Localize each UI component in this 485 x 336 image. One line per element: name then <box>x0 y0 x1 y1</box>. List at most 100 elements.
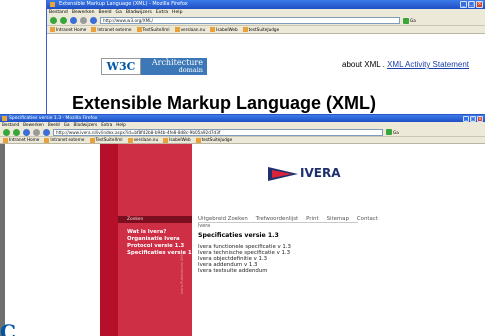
ivera-sidebar: Zoeken Wat is Ivera? Organisatie Ivera P… <box>118 144 197 336</box>
minimize-button[interactable]: _ <box>463 116 469 122</box>
menu-help[interactable]: Help <box>172 9 182 16</box>
content-list: Ivera functionele specificatie v 1.3 Ive… <box>198 244 291 274</box>
bookmark-verslaan[interactable]: verslaan.nu <box>127 137 158 143</box>
close-button[interactable]: × <box>477 116 483 122</box>
ivera-red-bar <box>100 144 118 336</box>
bookmark-intranet-home[interactable]: Intranet Home <box>50 27 86 33</box>
front-window-title: Specificaties versie 1.3 - Mozilla Firef… <box>9 116 98 121</box>
sidebar-item-protocol[interactable]: Protocol versie 1.3 <box>127 243 197 250</box>
menu-ga[interactable]: Ga <box>116 9 122 16</box>
xml-activity-statement-link[interactable]: XML Activity Statement <box>387 60 469 69</box>
bookmark-icon <box>127 137 133 143</box>
sidebar-nav: Wat is Ivera? Organisatie Ivera Protocol… <box>127 229 197 257</box>
home-icon[interactable] <box>43 128 50 136</box>
back-nav-toolbar: http://www.w3.org/XML/ Ga <box>47 16 485 26</box>
about-xml-line: about XML . XML Activity Statement <box>342 60 469 69</box>
bookmark-icon <box>3 137 8 143</box>
address-bar[interactable]: http://www.ivera.nl/iv/index.aspx?id=bf8… <box>53 128 383 136</box>
go-arrow-icon <box>403 17 409 24</box>
bookmark-icon <box>50 27 55 33</box>
sidebar-item-wat-is-ivera[interactable]: Wat is Ivera? <box>127 229 197 236</box>
ivera-swoosh-icon <box>268 167 298 181</box>
nav-contact[interactable]: Contact <box>357 216 378 222</box>
sidebar-item-organisatie[interactable]: Organisatie Ivera <box>127 236 197 243</box>
bookmark-icon <box>163 137 169 143</box>
menu-ga[interactable]: Ga <box>64 122 70 128</box>
menu-bestand[interactable]: Bestand <box>49 9 68 16</box>
menu-bladwijzers[interactable]: Bladwijzers <box>74 122 98 128</box>
banner-line-domain: domain <box>178 66 203 74</box>
about-xml-text: about XML . <box>342 60 388 69</box>
reload-icon[interactable] <box>23 128 30 136</box>
w3c-architecture-banner[interactable]: Architecture domain <box>141 58 207 75</box>
minimize-button[interactable]: _ <box>460 1 467 8</box>
home-icon[interactable] <box>90 17 97 24</box>
menu-help[interactable]: Help <box>116 122 126 128</box>
back-menu-bar: Bestand Bewerken Beeld Ga Bladwijzers Ex… <box>47 9 485 16</box>
page-title: Extensible Markup Language (XML) <box>72 93 377 113</box>
go-button[interactable]: Ga <box>403 17 416 24</box>
top-nav-divider <box>198 222 358 223</box>
menu-beeld[interactable]: Beeld <box>99 9 112 16</box>
back-window-titlebar[interactable]: Extensible Markup Language (XML) - Mozil… <box>47 0 485 9</box>
go-button[interactable]: Ga <box>386 129 399 135</box>
bookmark-icon <box>44 137 50 143</box>
front-page-content: C Zoeken Wat is Ivera? Organisatie Ivera… <box>0 144 485 336</box>
back-window-controls: _ □ × <box>460 1 483 8</box>
menu-bewerken[interactable]: Bewerken <box>23 122 44 128</box>
bookmark-icon <box>210 27 216 33</box>
bookmark-icon <box>195 137 201 143</box>
reload-icon[interactable] <box>70 17 77 24</box>
bookmark-intranet-home[interactable]: Intranet Home <box>3 137 39 143</box>
stop-icon[interactable] <box>33 128 40 136</box>
back-arrow-icon[interactable] <box>50 17 57 24</box>
front-browser-window[interactable]: Specificaties versie 1.3 - Mozilla Firef… <box>0 114 485 336</box>
back-bookmarks-bar: Intranet Home Intranet externe TestSuite… <box>47 26 485 34</box>
breadcrumb[interactable]: Ivera <box>198 224 210 229</box>
sidebar-vertical-text: Ivera Publications 2006 <box>180 251 184 294</box>
firefox-icon <box>50 2 55 7</box>
maximize-button[interactable]: □ <box>468 1 475 8</box>
menu-extra[interactable]: Extra <box>156 9 168 16</box>
list-item[interactable]: Ivera testsuite addendum <box>198 268 291 274</box>
front-nav-toolbar: http://www.ivera.nl/iv/index.aspx?id=bf8… <box>0 128 485 137</box>
menu-bestand[interactable]: Bestand <box>2 122 19 128</box>
bookmark-isabelweb[interactable]: IsabelWeb <box>210 27 238 33</box>
bookmark-intranet-externe[interactable]: Intranet externe <box>44 137 85 143</box>
bookmark-testsuitexml[interactable]: TestSuiteXml <box>136 27 170 33</box>
address-bar[interactable]: http://www.w3.org/XML/ <box>100 17 400 24</box>
bookmark-intranet-externe[interactable]: Intranet externe <box>91 27 132 33</box>
forward-arrow-icon[interactable] <box>13 128 20 136</box>
go-arrow-icon <box>386 129 392 135</box>
maximize-button[interactable]: □ <box>470 116 476 122</box>
bookmark-testsuitejudge[interactable]: testSuiteJudge <box>195 137 232 143</box>
bookmark-icon <box>242 27 248 33</box>
front-window-titlebar[interactable]: Specificaties versie 1.3 - Mozilla Firef… <box>0 115 485 122</box>
w3c-logo[interactable]: W3C <box>101 58 141 75</box>
content-title: Specificaties versie 1.3 <box>198 232 279 239</box>
go-label: Ga <box>393 129 399 135</box>
menu-bewerken[interactable]: Bewerken <box>72 9 95 16</box>
ivera-site: Zoeken Wat is Ivera? Organisatie Ivera P… <box>100 144 378 336</box>
back-window-title: Extensible Markup Language (XML) - Mozil… <box>59 1 188 7</box>
back-arrow-icon[interactable] <box>3 128 10 136</box>
sidebar-item-specificaties[interactable]: Specificaties versie 1.3 <box>127 250 197 257</box>
close-button[interactable]: × <box>476 1 483 8</box>
go-label: Ga <box>410 18 416 23</box>
bookmark-icon <box>136 27 142 33</box>
menu-extra[interactable]: Extra <box>101 122 112 128</box>
w3c-logo-partial: C <box>0 320 16 336</box>
menu-beeld[interactable]: Beeld <box>48 122 60 128</box>
stop-icon[interactable] <box>80 17 87 24</box>
ivera-logo[interactable]: IVERA <box>268 163 340 185</box>
sidebar-search-heading[interactable]: Zoeken <box>118 216 192 223</box>
forward-arrow-icon[interactable] <box>60 17 67 24</box>
bookmark-icon <box>91 27 97 33</box>
bookmark-verslaan[interactable]: verslaan.nu <box>174 27 205 33</box>
window-left-edge <box>0 144 5 336</box>
bookmark-isabelweb[interactable]: IsabelWeb <box>163 137 191 143</box>
bookmark-testsuitejudge[interactable]: testSuiteJudge <box>242 27 279 33</box>
bookmark-icon <box>174 27 180 33</box>
menu-bladwijzers[interactable]: Bladwijzers <box>126 9 152 16</box>
bookmark-testsuitexml[interactable]: TestSuiteXml <box>89 137 123 143</box>
